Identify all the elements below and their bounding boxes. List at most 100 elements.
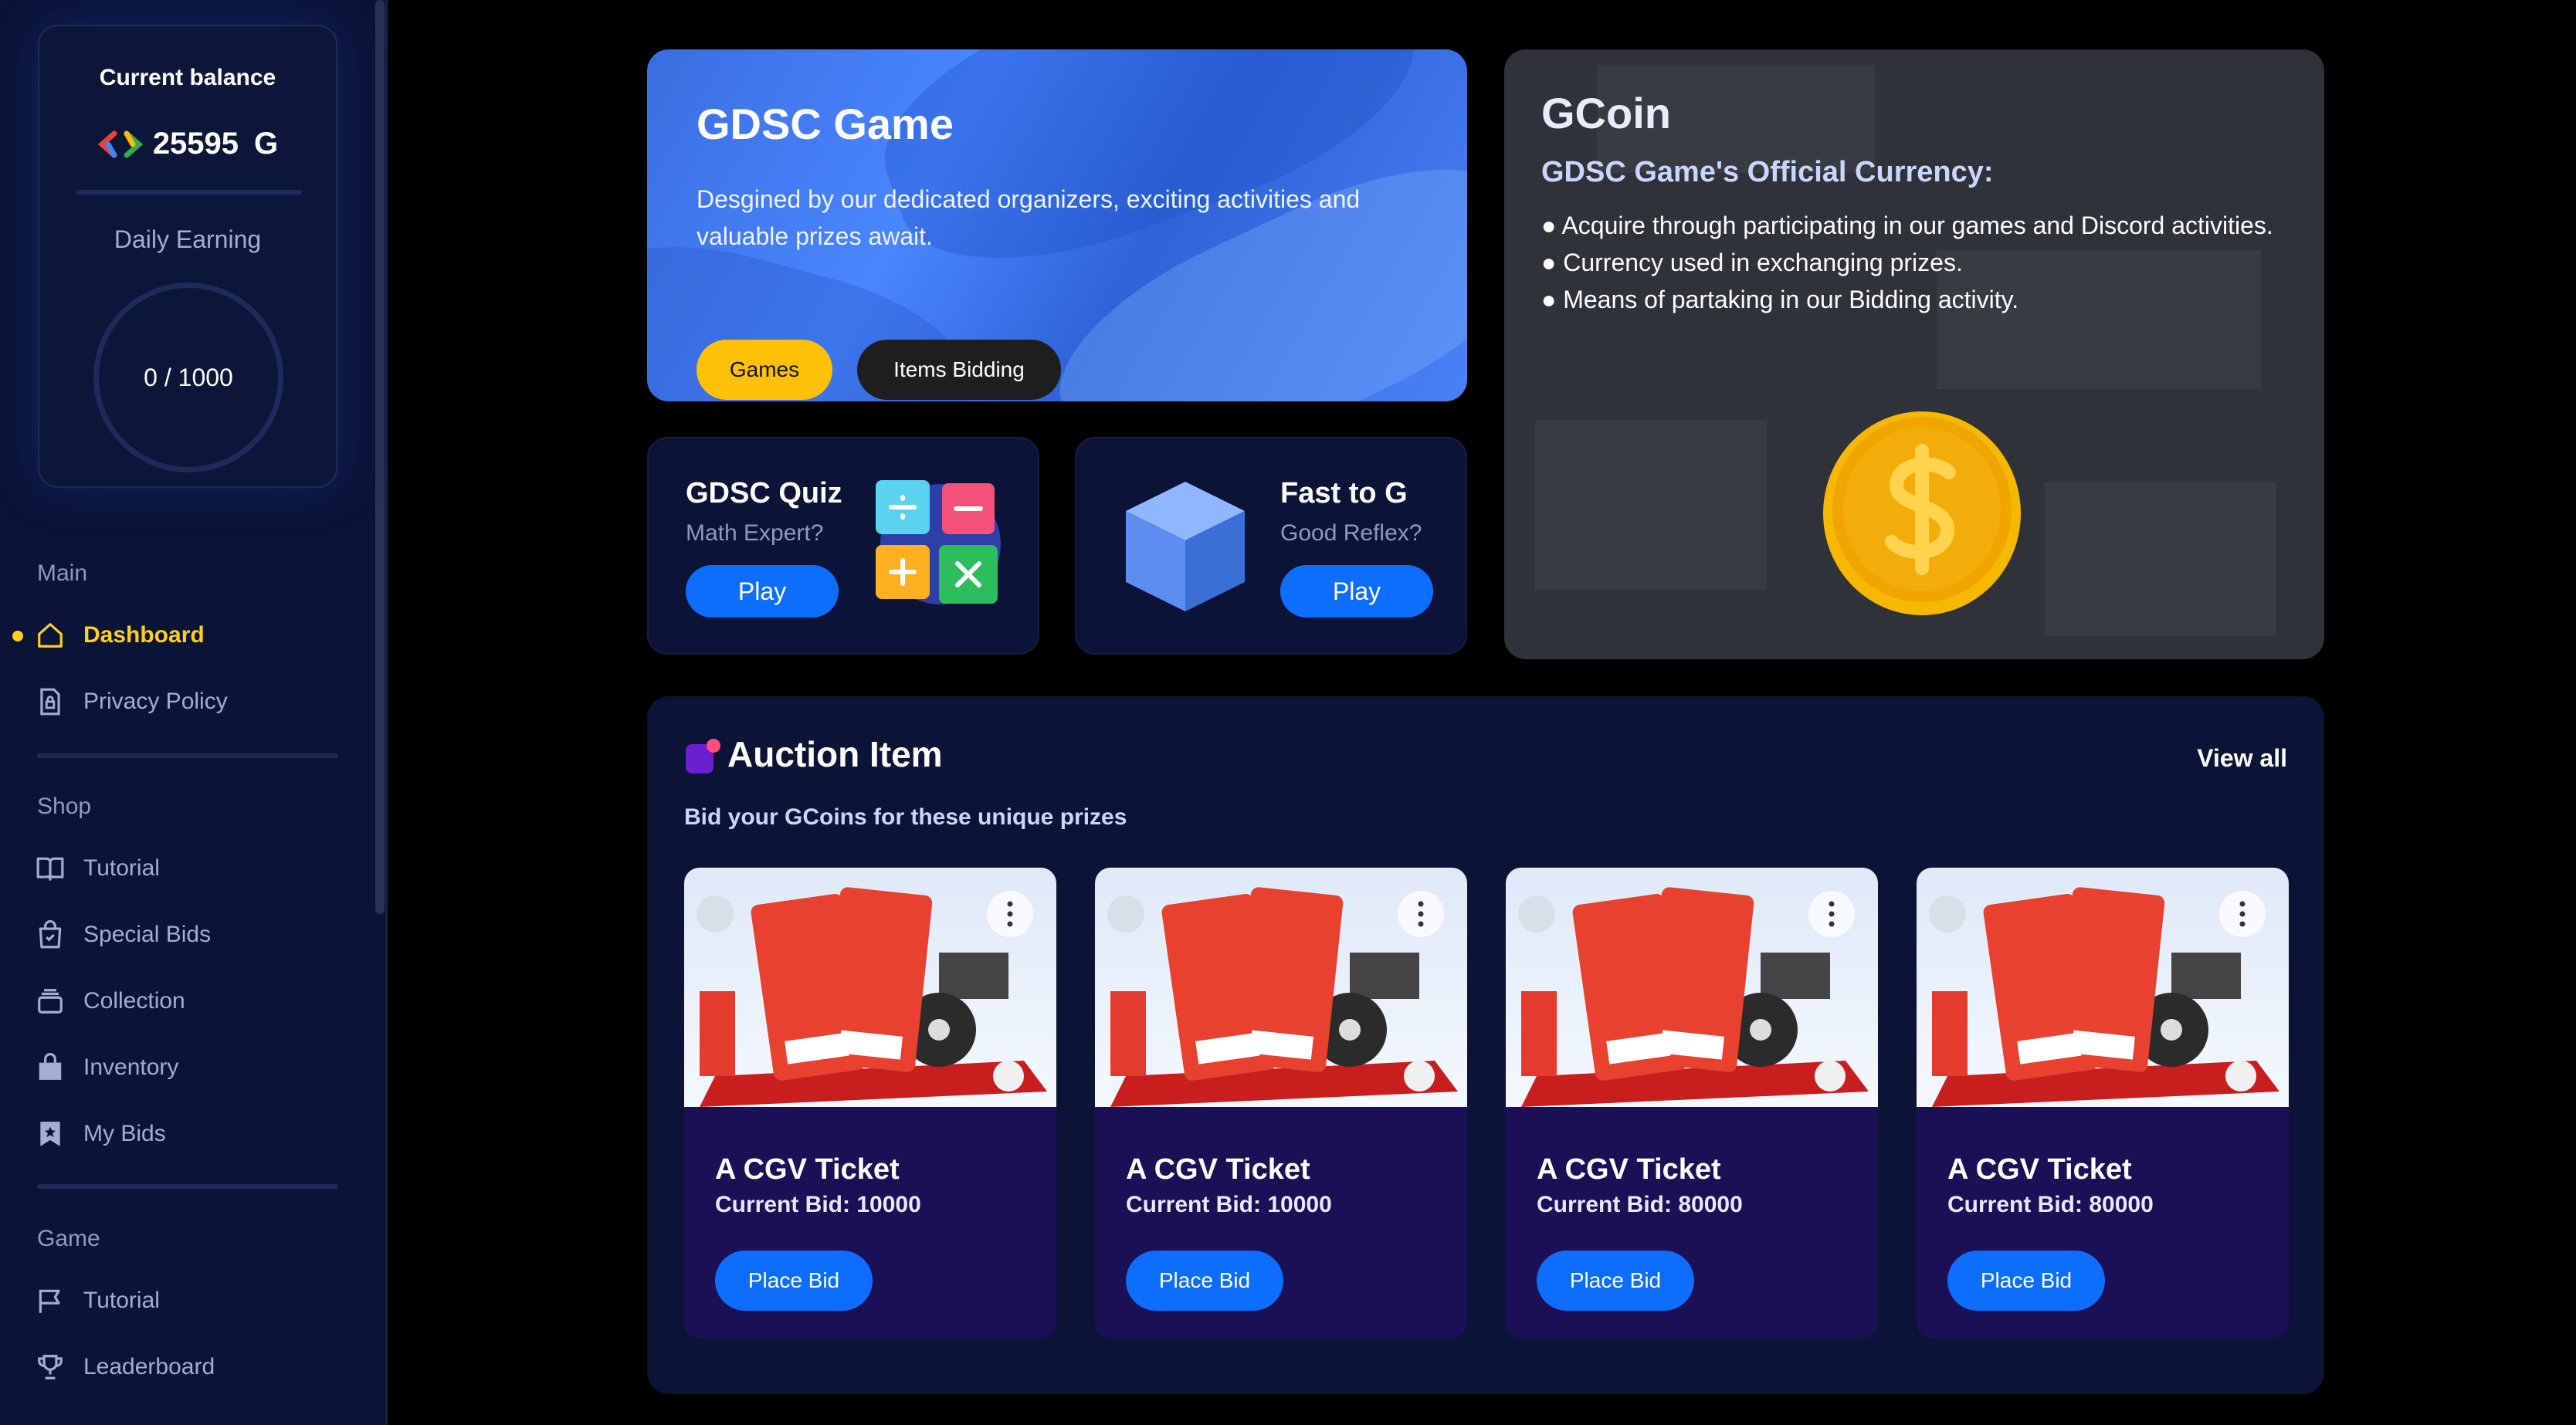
nav-section-main: Main <box>37 560 88 586</box>
item-current-bid: Current Bid: 80000 <box>1947 1192 2154 1217</box>
gcoin-subtitle: GDSC Game's Official Currency: <box>1541 156 1994 188</box>
item-current-bid: Current Bid: 80000 <box>1537 1192 1743 1217</box>
kebab-icon <box>1007 901 1013 927</box>
kebab-icon <box>1418 901 1424 927</box>
sidebar: Current balance 25595 G Daily Earning 0 … <box>0 0 388 1425</box>
auction-item-card[interactable]: A CGV Ticket Current Bid: 80000 Place Bi… <box>1506 868 1878 1339</box>
item-image <box>1506 868 1878 1107</box>
fast-subtitle: Good Reflex? <box>1280 520 1422 546</box>
auction-item-card[interactable]: A CGV Ticket Current Bid: 80000 Place Bi… <box>1917 868 2289 1339</box>
background-pixel-pattern <box>1535 420 1767 590</box>
sidebar-item-label: Tutorial <box>83 1288 160 1313</box>
items-bidding-button[interactable]: Items Bidding <box>857 340 1061 400</box>
place-bid-button[interactable]: Place Bid <box>1947 1251 2105 1311</box>
flag-icon <box>39 1289 60 1313</box>
sidebar-item-special-bids[interactable]: Special Bids <box>36 916 211 954</box>
gdsc-game-hero-card: GDSC Game Desgined by our dedicated orga… <box>647 49 1467 401</box>
place-bid-button[interactable]: Place Bid <box>1537 1251 1694 1311</box>
daily-earning-label: Daily Earning <box>114 225 262 253</box>
item-name: A CGV Ticket <box>1947 1153 2132 1186</box>
home-icon <box>38 623 63 648</box>
balance-divider <box>76 190 302 195</box>
sidebar-item-leaderboard[interactable]: Leaderboard <box>36 1348 215 1386</box>
sidebar-item-label: Tutorial <box>83 855 160 881</box>
bookmark-star-icon <box>40 1122 60 1146</box>
bag-icon <box>39 1053 62 1080</box>
hero-description: Desgined by our dedicated organizers, ex… <box>697 185 1361 250</box>
balance-value: 25595 <box>152 127 239 161</box>
trophy-icon <box>38 1355 63 1379</box>
auction-subtitle: Bid your GCoins for these unique prizes <box>684 804 1127 830</box>
stack-icon <box>38 989 63 1014</box>
item-menu-button[interactable] <box>1808 891 1855 937</box>
active-indicator <box>12 631 23 641</box>
cube-icon <box>1126 482 1245 611</box>
sidebar-item-label: My Bids <box>83 1121 166 1146</box>
gdsc-quiz-card: GDSC Quiz Math Expert? Play <box>647 437 1039 655</box>
shopping-bag-check-icon <box>39 920 62 949</box>
auction-icon <box>686 739 720 773</box>
kebab-icon <box>1829 901 1835 927</box>
gcoin-bullet: ● Acquire through participating in our g… <box>1541 212 2273 239</box>
nav-section-shop: Shop <box>37 794 92 819</box>
auction-title: Auction Item <box>727 734 943 774</box>
item-name: A CGV Ticket <box>1126 1153 1310 1186</box>
quiz-play-button[interactable]: Play <box>686 565 839 618</box>
sidebar-item-label: Inventory <box>83 1054 179 1080</box>
gcoin-title: GCoin <box>1541 89 1671 137</box>
gold-coin-icon <box>1823 411 2021 615</box>
item-image <box>1095 868 1467 1107</box>
fast-to-g-card: Fast to G Good Reflex? Play <box>1075 437 1467 655</box>
view-all-link[interactable]: View all <box>2197 744 2287 773</box>
quiz-subtitle: Math Expert? <box>686 520 824 546</box>
item-name: A CGV Ticket <box>1537 1153 1721 1186</box>
place-bid-button[interactable]: Place Bid <box>1126 1251 1283 1311</box>
sidebar-item-collection[interactable]: Collection <box>36 982 185 1021</box>
gcoin-bullet-list: ● Acquire through participating in our g… <box>1541 207 2283 318</box>
sidebar-item-label: Dashboard <box>83 622 205 648</box>
document-lock-icon <box>40 688 60 716</box>
quiz-title: GDSC Quiz <box>686 477 842 509</box>
sidebar-item-inventory[interactable]: Inventory <box>36 1048 178 1087</box>
games-button[interactable]: Games <box>697 340 832 400</box>
item-current-bid: Current Bid: 10000 <box>1126 1192 1332 1217</box>
sidebar-item-game-tutorial[interactable]: Tutorial <box>36 1281 160 1320</box>
auction-item-card[interactable]: A CGV Ticket Current Bid: 10000 Place Bi… <box>684 868 1056 1339</box>
sidebar-item-my-bids[interactable]: My Bids <box>36 1115 166 1153</box>
item-menu-button[interactable] <box>1398 891 1444 937</box>
daily-earning-ring: 0 / 1000 <box>93 283 283 472</box>
place-bid-button[interactable]: Place Bid <box>715 1251 873 1311</box>
kebab-icon <box>2239 901 2246 927</box>
auction-section: Auction Item View all Bid your GCoins fo… <box>647 696 2324 1394</box>
daily-earning-value: 0 / 1000 <box>144 363 233 391</box>
item-menu-button[interactable] <box>2219 891 2266 937</box>
item-image <box>1917 868 2289 1107</box>
fast-play-button[interactable]: Play <box>1280 565 1433 618</box>
auction-item-card[interactable]: A CGV Ticket Current Bid: 10000 Place Bi… <box>1095 868 1467 1339</box>
hero-title: GDSC Game <box>697 100 954 148</box>
sidebar-item-label: Special Bids <box>83 922 212 947</box>
sidebar-item-shop-tutorial[interactable]: Tutorial <box>36 849 160 888</box>
sidebar-scrollbar[interactable] <box>375 0 385 914</box>
sidebar-item-privacy-policy[interactable]: Privacy Policy <box>36 682 228 721</box>
gcoin-info-card: GCoin GDSC Game's Official Currency: ● A… <box>1504 49 2324 659</box>
sidebar-item-label: Collection <box>83 988 185 1014</box>
gcoin-bullet: ● Currency used in exchanging prizes. <box>1541 249 1963 276</box>
gdsc-logo-icon <box>97 130 144 157</box>
background-pixel-pattern <box>2045 482 2276 636</box>
balance-card: Current balance 25595 G Daily Earning 0 … <box>38 25 337 488</box>
sidebar-item-dashboard[interactable]: Dashboard <box>36 616 205 655</box>
calculator-icon <box>876 480 1001 604</box>
balance-unit: G <box>254 127 279 161</box>
nav-divider <box>37 1184 338 1189</box>
balance-title: Current balance <box>99 65 276 90</box>
gcoin-bullet: ● Means of partaking in our Bidding acti… <box>1541 286 2019 313</box>
item-menu-button[interactable] <box>987 891 1033 937</box>
nav-divider <box>37 753 338 758</box>
book-icon <box>36 857 64 881</box>
item-name: A CGV Ticket <box>715 1153 900 1186</box>
fast-title: Fast to G <box>1280 477 1408 509</box>
item-image <box>684 868 1056 1107</box>
sidebar-item-label: Privacy Policy <box>83 689 228 714</box>
item-current-bid: Current Bid: 10000 <box>715 1192 921 1217</box>
